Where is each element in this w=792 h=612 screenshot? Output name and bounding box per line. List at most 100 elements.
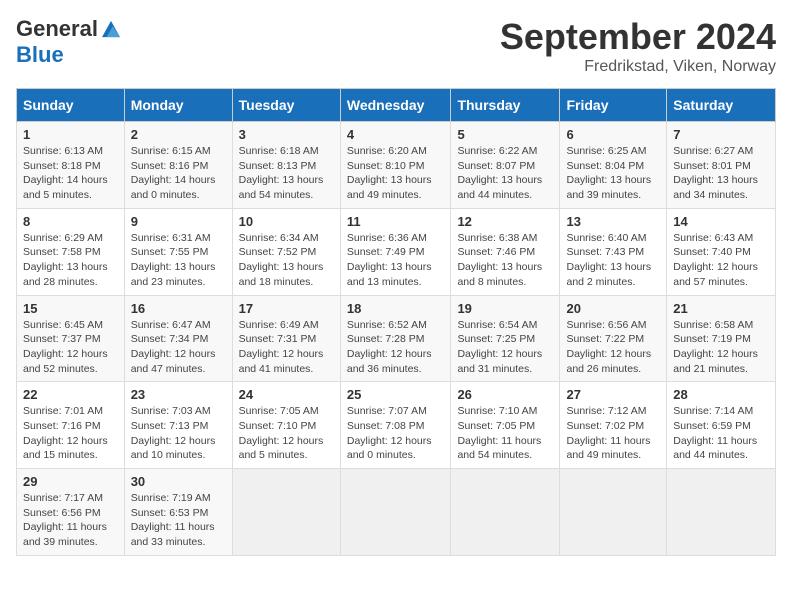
- logo-icon: [102, 20, 120, 38]
- calendar-header-row: SundayMondayTuesdayWednesdayThursdayFrid…: [17, 89, 776, 122]
- day-cell: [560, 469, 667, 556]
- day-number: 17: [239, 301, 334, 316]
- day-info: Sunrise: 7:14 AMSunset: 6:59 PMDaylight:…: [673, 405, 757, 461]
- column-header-monday: Monday: [124, 89, 232, 122]
- day-info: Sunrise: 7:19 AMSunset: 6:53 PMDaylight:…: [131, 492, 215, 548]
- day-info: Sunrise: 6:31 AMSunset: 7:55 PMDaylight:…: [131, 232, 216, 288]
- day-info: Sunrise: 6:27 AMSunset: 8:01 PMDaylight:…: [673, 145, 758, 201]
- day-cell: 25 Sunrise: 7:07 AMSunset: 7:08 PMDaylig…: [340, 382, 451, 469]
- day-cell: 12 Sunrise: 6:38 AMSunset: 7:46 PMDaylig…: [451, 208, 560, 295]
- day-number: 25: [347, 387, 445, 402]
- day-number: 16: [131, 301, 226, 316]
- day-cell: [232, 469, 340, 556]
- title-area: September 2024 Fredrikstad, Viken, Norwa…: [500, 16, 776, 76]
- day-cell: 2 Sunrise: 6:15 AMSunset: 8:16 PMDayligh…: [124, 122, 232, 209]
- day-info: Sunrise: 6:49 AMSunset: 7:31 PMDaylight:…: [239, 319, 324, 375]
- column-header-sunday: Sunday: [17, 89, 125, 122]
- day-info: Sunrise: 6:40 AMSunset: 7:43 PMDaylight:…: [566, 232, 651, 288]
- week-row-2: 8 Sunrise: 6:29 AMSunset: 7:58 PMDayligh…: [17, 208, 776, 295]
- logo-blue-text: Blue: [16, 42, 64, 68]
- day-info: Sunrise: 6:13 AMSunset: 8:18 PMDaylight:…: [23, 145, 108, 201]
- day-number: 30: [131, 474, 226, 489]
- day-number: 28: [673, 387, 769, 402]
- day-info: Sunrise: 7:10 AMSunset: 7:05 PMDaylight:…: [457, 405, 541, 461]
- day-number: 26: [457, 387, 553, 402]
- day-cell: 28 Sunrise: 7:14 AMSunset: 6:59 PMDaylig…: [667, 382, 776, 469]
- day-info: Sunrise: 7:03 AMSunset: 7:13 PMDaylight:…: [131, 405, 216, 461]
- day-cell: 29 Sunrise: 7:17 AMSunset: 6:56 PMDaylig…: [17, 469, 125, 556]
- day-number: 13: [566, 214, 660, 229]
- day-info: Sunrise: 6:43 AMSunset: 7:40 PMDaylight:…: [673, 232, 758, 288]
- location-title: Fredrikstad, Viken, Norway: [500, 58, 776, 76]
- week-row-3: 15 Sunrise: 6:45 AMSunset: 7:37 PMDaylig…: [17, 295, 776, 382]
- day-cell: 23 Sunrise: 7:03 AMSunset: 7:13 PMDaylig…: [124, 382, 232, 469]
- day-cell: 17 Sunrise: 6:49 AMSunset: 7:31 PMDaylig…: [232, 295, 340, 382]
- day-info: Sunrise: 6:18 AMSunset: 8:13 PMDaylight:…: [239, 145, 324, 201]
- day-cell: 4 Sunrise: 6:20 AMSunset: 8:10 PMDayligh…: [340, 122, 451, 209]
- day-cell: 6 Sunrise: 6:25 AMSunset: 8:04 PMDayligh…: [560, 122, 667, 209]
- column-header-saturday: Saturday: [667, 89, 776, 122]
- day-number: 20: [566, 301, 660, 316]
- day-number: 2: [131, 127, 226, 142]
- day-cell: 5 Sunrise: 6:22 AMSunset: 8:07 PMDayligh…: [451, 122, 560, 209]
- day-number: 12: [457, 214, 553, 229]
- logo-general-text: General: [16, 16, 98, 42]
- day-cell: 19 Sunrise: 6:54 AMSunset: 7:25 PMDaylig…: [451, 295, 560, 382]
- day-info: Sunrise: 7:07 AMSunset: 7:08 PMDaylight:…: [347, 405, 432, 461]
- day-number: 14: [673, 214, 769, 229]
- column-header-friday: Friday: [560, 89, 667, 122]
- header: General Blue September 2024 Fredrikstad,…: [16, 16, 776, 76]
- day-number: 4: [347, 127, 445, 142]
- day-cell: 13 Sunrise: 6:40 AMSunset: 7:43 PMDaylig…: [560, 208, 667, 295]
- day-info: Sunrise: 6:38 AMSunset: 7:46 PMDaylight:…: [457, 232, 542, 288]
- day-info: Sunrise: 6:52 AMSunset: 7:28 PMDaylight:…: [347, 319, 432, 375]
- week-row-4: 22 Sunrise: 7:01 AMSunset: 7:16 PMDaylig…: [17, 382, 776, 469]
- day-cell: 30 Sunrise: 7:19 AMSunset: 6:53 PMDaylig…: [124, 469, 232, 556]
- day-info: Sunrise: 7:01 AMSunset: 7:16 PMDaylight:…: [23, 405, 108, 461]
- day-cell: 3 Sunrise: 6:18 AMSunset: 8:13 PMDayligh…: [232, 122, 340, 209]
- day-number: 3: [239, 127, 334, 142]
- day-cell: [340, 469, 451, 556]
- day-cell: 20 Sunrise: 6:56 AMSunset: 7:22 PMDaylig…: [560, 295, 667, 382]
- day-info: Sunrise: 6:56 AMSunset: 7:22 PMDaylight:…: [566, 319, 651, 375]
- day-cell: 1 Sunrise: 6:13 AMSunset: 8:18 PMDayligh…: [17, 122, 125, 209]
- column-header-thursday: Thursday: [451, 89, 560, 122]
- day-info: Sunrise: 7:05 AMSunset: 7:10 PMDaylight:…: [239, 405, 324, 461]
- day-cell: [667, 469, 776, 556]
- day-cell: 10 Sunrise: 6:34 AMSunset: 7:52 PMDaylig…: [232, 208, 340, 295]
- week-row-5: 29 Sunrise: 7:17 AMSunset: 6:56 PMDaylig…: [17, 469, 776, 556]
- column-header-wednesday: Wednesday: [340, 89, 451, 122]
- week-row-1: 1 Sunrise: 6:13 AMSunset: 8:18 PMDayligh…: [17, 122, 776, 209]
- day-info: Sunrise: 6:25 AMSunset: 8:04 PMDaylight:…: [566, 145, 651, 201]
- day-info: Sunrise: 6:20 AMSunset: 8:10 PMDaylight:…: [347, 145, 432, 201]
- day-number: 19: [457, 301, 553, 316]
- day-info: Sunrise: 6:36 AMSunset: 7:49 PMDaylight:…: [347, 232, 432, 288]
- day-number: 1: [23, 127, 118, 142]
- day-info: Sunrise: 6:45 AMSunset: 7:37 PMDaylight:…: [23, 319, 108, 375]
- day-info: Sunrise: 6:54 AMSunset: 7:25 PMDaylight:…: [457, 319, 542, 375]
- day-info: Sunrise: 6:47 AMSunset: 7:34 PMDaylight:…: [131, 319, 216, 375]
- day-number: 24: [239, 387, 334, 402]
- day-info: Sunrise: 6:29 AMSunset: 7:58 PMDaylight:…: [23, 232, 108, 288]
- day-cell: 16 Sunrise: 6:47 AMSunset: 7:34 PMDaylig…: [124, 295, 232, 382]
- day-cell: 26 Sunrise: 7:10 AMSunset: 7:05 PMDaylig…: [451, 382, 560, 469]
- day-cell: 24 Sunrise: 7:05 AMSunset: 7:10 PMDaylig…: [232, 382, 340, 469]
- day-number: 6: [566, 127, 660, 142]
- logo: General Blue: [16, 16, 120, 68]
- day-cell: [451, 469, 560, 556]
- day-number: 27: [566, 387, 660, 402]
- day-cell: 7 Sunrise: 6:27 AMSunset: 8:01 PMDayligh…: [667, 122, 776, 209]
- day-number: 18: [347, 301, 445, 316]
- day-cell: 11 Sunrise: 6:36 AMSunset: 7:49 PMDaylig…: [340, 208, 451, 295]
- day-info: Sunrise: 6:22 AMSunset: 8:07 PMDaylight:…: [457, 145, 542, 201]
- day-cell: 8 Sunrise: 6:29 AMSunset: 7:58 PMDayligh…: [17, 208, 125, 295]
- day-number: 5: [457, 127, 553, 142]
- day-number: 9: [131, 214, 226, 229]
- day-info: Sunrise: 6:34 AMSunset: 7:52 PMDaylight:…: [239, 232, 324, 288]
- day-info: Sunrise: 7:12 AMSunset: 7:02 PMDaylight:…: [566, 405, 650, 461]
- day-info: Sunrise: 6:58 AMSunset: 7:19 PMDaylight:…: [673, 319, 758, 375]
- month-title: September 2024: [500, 16, 776, 58]
- day-number: 23: [131, 387, 226, 402]
- day-number: 15: [23, 301, 118, 316]
- day-cell: 21 Sunrise: 6:58 AMSunset: 7:19 PMDaylig…: [667, 295, 776, 382]
